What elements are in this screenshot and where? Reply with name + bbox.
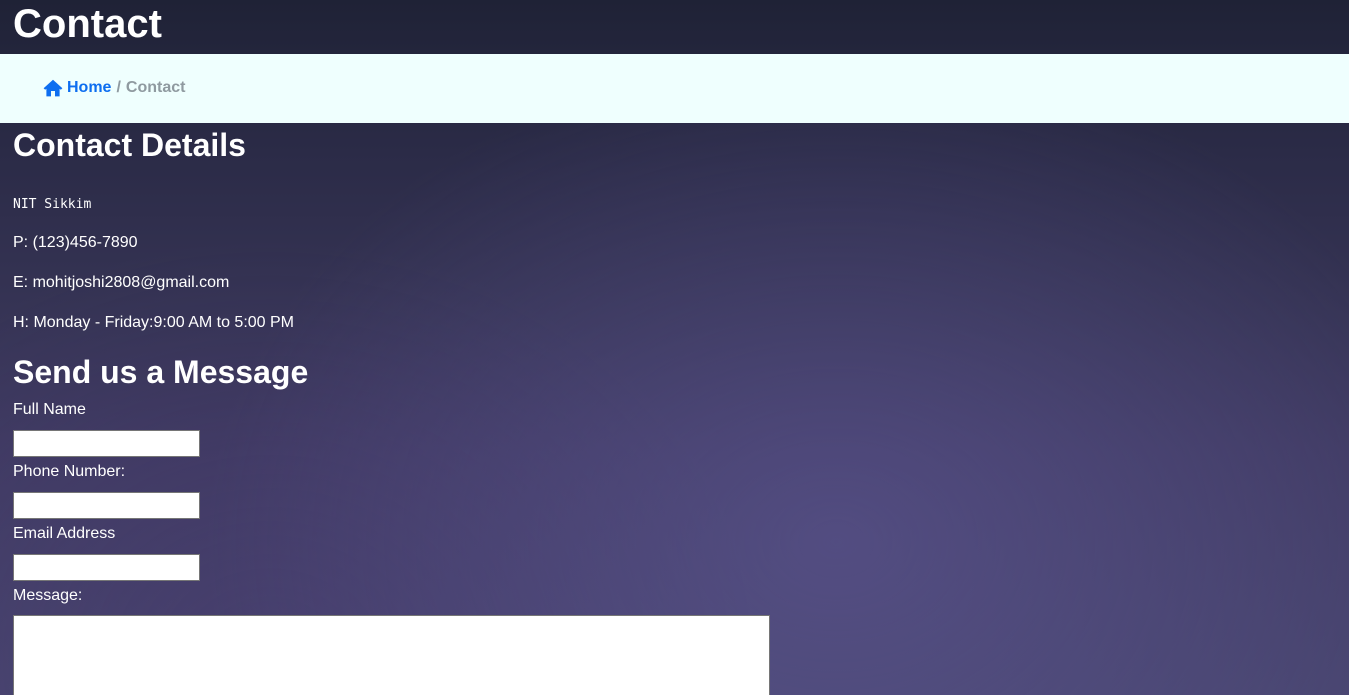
email-address-label: Email Address [13,525,116,542]
message-textarea[interactable] [13,615,770,695]
email-address-input[interactable] [13,554,200,581]
breadcrumb-current: Contact [125,79,186,96]
email-detail: E: mohitjoshi2808@gmail.com [13,274,230,291]
full-name-label: Full Name [13,401,86,418]
message-label: Message: [13,587,83,604]
hours-detail: H: Monday - Friday:9:00 AM to 5:00 PM [13,314,295,331]
phone-number-label: Phone Number: [13,463,126,480]
breadcrumb-bar: Home / Contact [0,54,1349,123]
breadcrumb-separator: / [116,79,121,96]
page-title: Contact [13,2,162,46]
breadcrumb-home-label: Home [67,79,112,96]
home-icon [43,79,63,97]
breadcrumb: Home / Contact [43,78,185,98]
send-message-title: Send us a Message [13,354,309,390]
phone-detail: P: (123)456-7890 [13,234,138,251]
breadcrumb-home-link[interactable]: Home [43,78,111,98]
institution-name: NIT Sikkim [13,197,92,212]
page-header: Contact [0,0,1349,54]
phone-number-input[interactable] [13,492,200,519]
full-name-input[interactable] [13,430,200,457]
contact-details-title: Contact Details [13,127,246,163]
